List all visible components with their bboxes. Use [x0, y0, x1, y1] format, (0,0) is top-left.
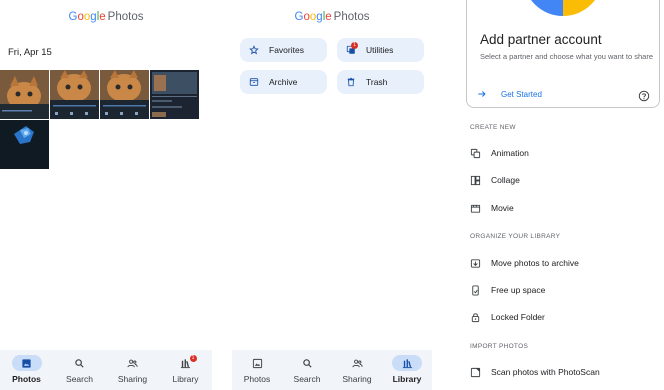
utility-free-up-space[interactable]: Free up space	[470, 282, 545, 298]
notification-badge: 1	[189, 355, 197, 362]
library-collections: Favorites 1 Utilities Archive Trash	[240, 38, 424, 94]
partner-illustration	[523, 0, 603, 16]
movie-icon	[470, 203, 481, 214]
card-title: Add partner account	[480, 32, 602, 47]
section-import: IMPORT PHOTOS	[470, 343, 529, 350]
animation-icon	[470, 148, 481, 159]
section-organize: ORGANIZE YOUR LIBRARY	[470, 233, 561, 240]
nav-search[interactable]: Search	[282, 355, 332, 384]
date-header: Fri, Apr 15	[8, 47, 52, 58]
google-photos-logo: Google Photos	[68, 11, 144, 23]
nav-photos[interactable]: Photos	[232, 355, 282, 384]
chip-trash[interactable]: Trash	[337, 70, 424, 94]
archive-icon	[249, 77, 260, 88]
search-icon	[74, 358, 85, 369]
lock-icon	[470, 312, 481, 323]
nav-library[interactable]: 1 Library	[161, 355, 211, 384]
utility-photoscan[interactable]: Scan photos with PhotoScan	[470, 364, 600, 380]
utility-locked-folder[interactable]: Locked Folder	[470, 309, 545, 325]
archive-icon	[470, 258, 481, 269]
arrow-right-icon	[477, 89, 488, 100]
library-screen: Google Photos Favorites 1 Utilities Archi…	[232, 0, 432, 390]
section-create-new: CREATE NEW	[470, 124, 516, 131]
utility-movie[interactable]: Movie	[470, 200, 514, 216]
chip-favorites[interactable]: Favorites	[240, 38, 327, 62]
bottom-navigation: Photos Search Sharing Library	[232, 350, 432, 390]
library-icon	[402, 358, 413, 369]
notification-badge: 1	[351, 42, 358, 49]
chip-utilities[interactable]: 1 Utilities	[337, 38, 424, 62]
card-description: Select a partner and choose what you wan…	[480, 52, 654, 61]
chip-archive[interactable]: Archive	[240, 70, 327, 94]
nav-library[interactable]: Library	[382, 355, 432, 384]
star-icon	[249, 44, 260, 56]
bottom-navigation: Photos Search Sharing 1 Library	[0, 350, 212, 390]
photo-thumbnail[interactable]	[0, 70, 49, 119]
search-icon	[302, 358, 313, 369]
people-icon	[127, 358, 138, 369]
people-icon	[351, 358, 363, 369]
photo-thumbnail[interactable]	[0, 120, 49, 169]
nav-sharing[interactable]: Sharing	[332, 355, 382, 384]
photoscan-icon	[470, 367, 481, 378]
trash-icon	[346, 77, 357, 88]
nav-photos[interactable]: Photos	[2, 355, 52, 384]
photo-grid	[0, 70, 200, 169]
nav-search[interactable]: Search	[55, 355, 105, 384]
google-photos-logo: Google Photos	[294, 11, 370, 23]
utilities-screen: Add partner account Select a partner and…	[458, 0, 664, 390]
help-icon[interactable]	[638, 89, 650, 107]
utility-move-to-archive[interactable]: Move photos to archive	[470, 255, 579, 271]
photo-thumbnail[interactable]	[50, 70, 99, 119]
get-started-button[interactable]: Get Started	[477, 89, 542, 100]
photos-screen: GooglePhotos Fri, Apr 15 Photos Search	[0, 0, 212, 390]
partner-account-card: Add partner account Select a partner and…	[466, 0, 660, 108]
nav-sharing[interactable]: Sharing	[108, 355, 158, 384]
photo-thumbnail[interactable]	[100, 70, 149, 119]
photo-icon	[21, 358, 32, 369]
phone-icon	[470, 284, 481, 296]
collage-icon	[470, 175, 481, 186]
utility-collage[interactable]: Collage	[470, 172, 520, 188]
photo-thumbnail[interactable]	[150, 70, 199, 119]
photo-icon	[252, 358, 263, 369]
utility-animation[interactable]: Animation	[470, 145, 529, 161]
